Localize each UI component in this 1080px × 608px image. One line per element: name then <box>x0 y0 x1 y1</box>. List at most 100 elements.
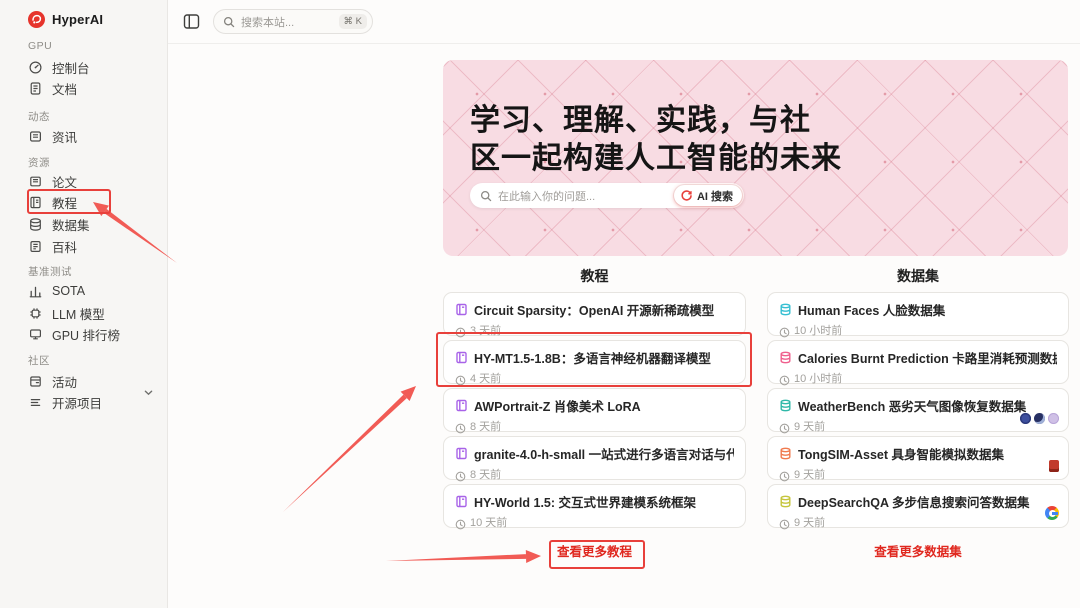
ai-refresh-icon <box>680 189 693 202</box>
ai-search-label: AI 搜索 <box>696 190 733 203</box>
sidebar-item-news[interactable]: 资讯 <box>28 126 77 146</box>
clock-icon <box>779 421 790 433</box>
papers-icon <box>28 174 43 189</box>
card-time: 10 小时前 <box>794 373 843 385</box>
card-time: 9 天前 <box>794 517 826 529</box>
sidebar-item-label: 控制台 <box>52 61 90 76</box>
more-tutorials-link[interactable]: 查看更多教程 <box>443 541 746 560</box>
database-icon <box>779 399 792 412</box>
tutorials-heading: 教程 <box>580 268 609 284</box>
sidebar-item-tutorials[interactable]: 教程 <box>28 192 77 212</box>
card-time: 9 天前 <box>794 469 826 481</box>
tutorial-card[interactable]: HY-MT1.5-1.8B：多语言神经机器翻译模型 4 天前 <box>443 340 746 385</box>
dataset-card[interactable]: TongSIM-Asset 具身智能模拟数据集 9 天前 <box>767 436 1069 481</box>
main-content: 搜索本站... ⌘ K 学习、理解、实践，与社 区一起构建人工智能的未来 在此输入… <box>168 0 1080 608</box>
card-title: TongSIM-Asset 具身智能模拟数据集 <box>798 448 1005 462</box>
sidebar-item-label: LLM 模型 <box>52 307 105 322</box>
card-time: 8 天前 <box>470 469 502 481</box>
tutorial-card[interactable]: HY-World 1.5: 交互式世界建模系统框架 10 天前 <box>443 484 746 529</box>
card-time: 3 天前 <box>470 325 502 337</box>
card-title: Circuit Sparsity：OpenAI 开源新稀疏模型 <box>474 304 715 318</box>
clock-icon <box>779 325 790 337</box>
wiki-icon <box>28 239 43 254</box>
site-search-input[interactable]: 搜索本站... ⌘ K <box>213 9 373 34</box>
sidebar-toggle-icon[interactable] <box>182 12 201 31</box>
card-badges <box>1049 460 1059 472</box>
database-icon <box>779 495 792 508</box>
sidebar-section-benchmarks: 基准测试 <box>28 265 72 278</box>
card-time: 10 天前 <box>470 517 508 529</box>
ai-question-input[interactable]: 在此输入你的问题... AI 搜索 <box>470 183 744 208</box>
hyperai-logo-icon <box>28 11 45 28</box>
hero-banner: 学习、理解、实践，与社 区一起构建人工智能的未来 在此输入你的问题... AI 搜… <box>443 60 1068 256</box>
sota-icon <box>28 284 43 299</box>
sidebar: HyperAI GPU 控制台 文档 动态 资讯 资源 论文 教程 数据集 百科… <box>0 0 168 608</box>
ai-question-placeholder: 在此输入你的问题... <box>498 190 596 203</box>
tutorial-card[interactable]: granite-4.0-h-small 一站式进行多语言对话与代码任务 8 天前 <box>443 436 746 481</box>
card-time: 4 天前 <box>470 373 502 385</box>
llm-icon <box>28 306 43 321</box>
tutorials-icon <box>28 195 43 210</box>
card-badges <box>1045 506 1059 520</box>
clock-icon <box>779 373 790 385</box>
events-icon <box>28 374 43 389</box>
card-time: 8 天前 <box>470 421 502 433</box>
database-icon <box>779 351 792 364</box>
dataset-card[interactable]: Calories Burnt Prediction 卡路里消耗预测数据集 10 … <box>767 340 1069 385</box>
card-title: HY-World 1.5: 交互式世界建模系统框架 <box>474 496 697 510</box>
sidebar-item-events[interactable]: 活动 <box>28 371 77 391</box>
book-icon <box>455 495 468 508</box>
dataset-card[interactable]: DeepSearchQA 多步信息搜索问答数据集 9 天前 <box>767 484 1069 529</box>
card-title: Human Faces 人脸数据集 <box>798 304 946 318</box>
clock-icon <box>779 469 790 481</box>
sidebar-item-label: GPU 排行榜 <box>52 328 121 343</box>
chevron-down-icon[interactable] <box>142 386 155 399</box>
more-datasets-link[interactable]: 查看更多数据集 <box>767 541 1069 560</box>
datasets-icon <box>28 217 43 232</box>
topbar: 搜索本站... ⌘ K <box>168 0 1080 44</box>
card-title: WeatherBench 恶劣天气图像恢复数据集 <box>798 400 1027 414</box>
sidebar-item-gpu-leaderboard[interactable]: GPU 排行榜 <box>28 324 120 344</box>
sidebar-item-docs[interactable]: 文档 <box>28 78 77 98</box>
sidebar-section-resources: 资源 <box>28 156 50 169</box>
opensource-icon <box>28 395 43 410</box>
database-icon <box>779 303 792 316</box>
book-icon <box>455 447 468 460</box>
tutorial-card[interactable]: AWPortrait-Z 肖像美术 LoRA 8 天前 <box>443 388 746 433</box>
clock-icon <box>455 325 466 337</box>
avatar-navy-icon <box>1034 413 1045 424</box>
clock-icon <box>779 517 790 529</box>
sidebar-item-label: 开源项目 <box>52 396 103 411</box>
red-seal-icon <box>1049 460 1059 472</box>
sidebar-item-label: 数据集 <box>52 218 90 233</box>
hyperai-homepage: HyperAI GPU 控制台 文档 动态 资讯 资源 论文 教程 数据集 百科… <box>0 0 1080 608</box>
sidebar-item-datasets[interactable]: 数据集 <box>28 214 90 234</box>
sidebar-section-community: 社区 <box>28 354 50 367</box>
book-icon <box>455 399 468 412</box>
dataset-card[interactable]: WeatherBench 恶劣天气图像恢复数据集 9 天前 <box>767 388 1069 433</box>
sidebar-item-label: 资讯 <box>52 130 78 145</box>
keyboard-shortcut-badge: ⌘ K <box>338 14 367 29</box>
brand-logo[interactable]: HyperAI <box>28 11 103 28</box>
card-title: granite-4.0-h-small 一站式进行多语言对话与代码任务 <box>474 448 734 462</box>
sidebar-item-label: 百科 <box>52 240 78 255</box>
site-search-placeholder: 搜索本站... <box>241 16 295 29</box>
sidebar-item-papers[interactable]: 论文 <box>28 171 77 191</box>
console-icon <box>28 60 43 75</box>
sidebar-item-wiki[interactable]: 百科 <box>28 236 77 256</box>
brand-name: HyperAI <box>52 12 104 27</box>
datasets-heading: 数据集 <box>897 268 939 284</box>
card-badges <box>1020 413 1059 424</box>
sidebar-item-console[interactable]: 控制台 <box>28 57 90 77</box>
sidebar-item-opensource[interactable]: 开源项目 <box>28 392 102 412</box>
ai-search-button[interactable]: AI 搜索 <box>673 185 742 206</box>
dataset-card[interactable]: Human Faces 人脸数据集 10 小时前 <box>767 292 1069 337</box>
card-title: HY-MT1.5-1.8B：多语言神经机器翻译模型 <box>474 352 711 366</box>
sidebar-item-sota[interactable]: SOTA <box>28 281 85 301</box>
docs-icon <box>28 81 43 96</box>
tutorial-card[interactable]: Circuit Sparsity：OpenAI 开源新稀疏模型 3 天前 <box>443 292 746 337</box>
card-title: DeepSearchQA 多步信息搜索问答数据集 <box>798 496 1030 510</box>
sidebar-item-llm-models[interactable]: LLM 模型 <box>28 303 105 323</box>
database-icon <box>779 447 792 460</box>
sidebar-section-dynamics: 动态 <box>28 110 50 123</box>
